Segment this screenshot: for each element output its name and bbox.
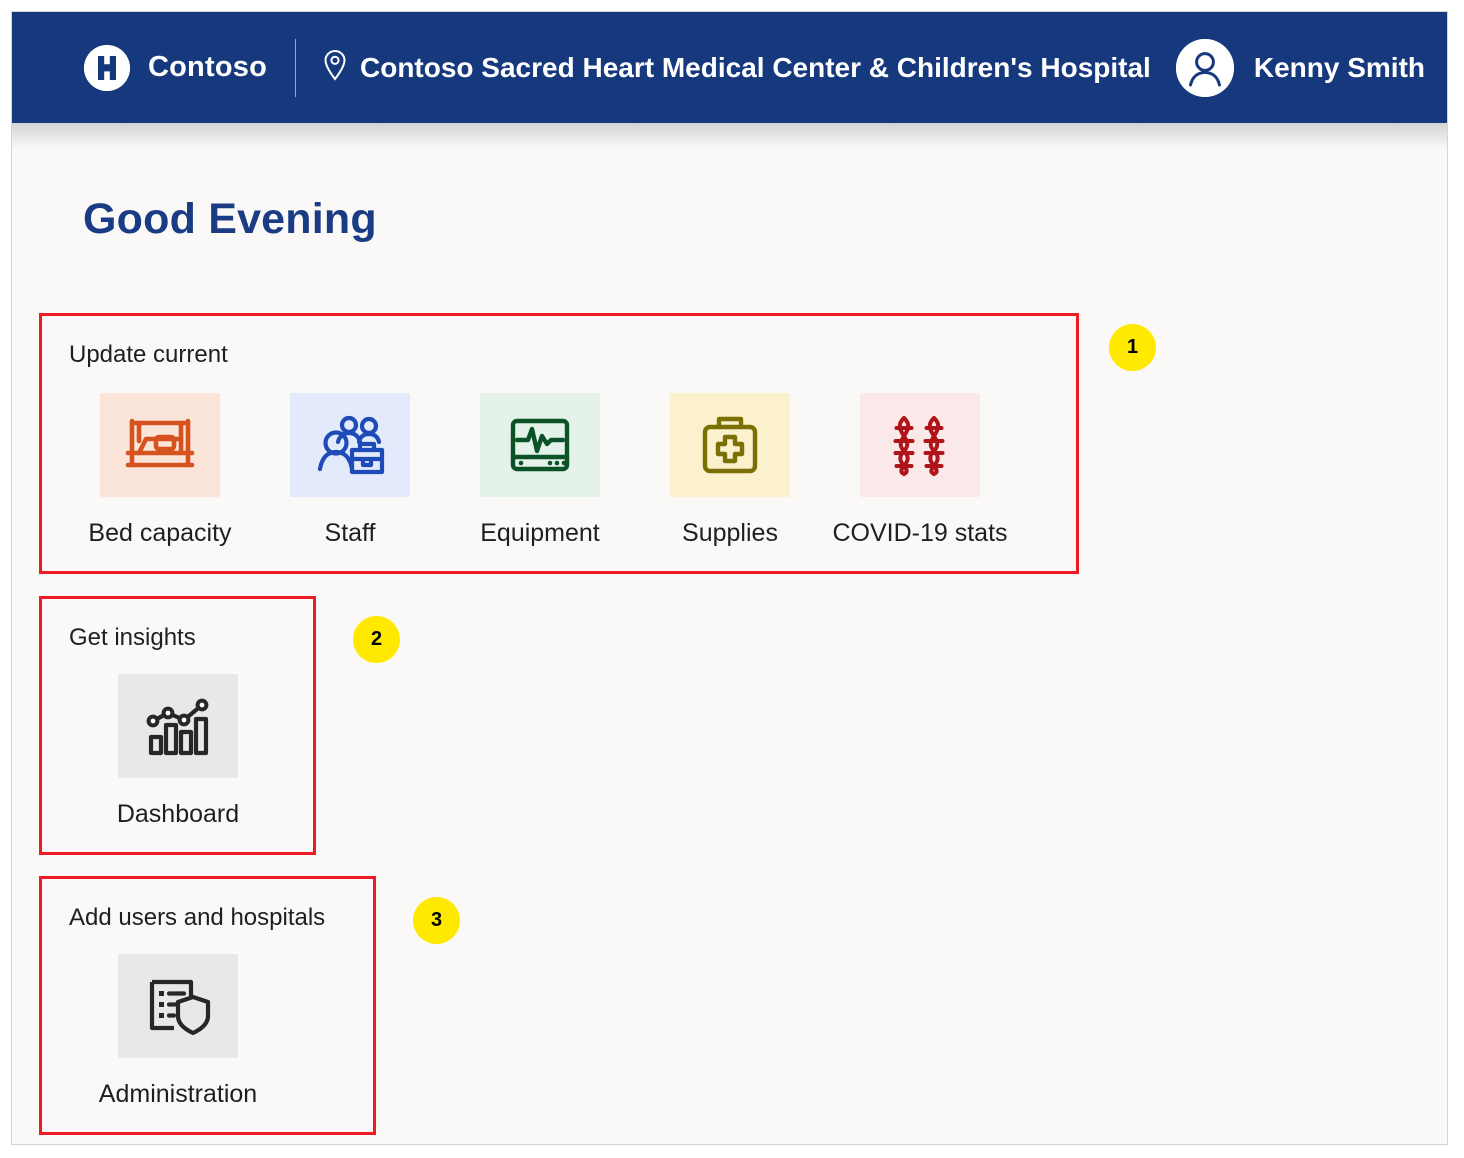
tile-label: COVID-19 stats xyxy=(832,519,1008,547)
callout-badge-1: 1 xyxy=(1109,324,1156,371)
section-title-get-insights: Get insights xyxy=(69,624,196,651)
section-title-add-users-and-hospitals: Add users and hospitals xyxy=(69,904,326,931)
staff-icon xyxy=(290,393,410,497)
app-window: Contoso Contoso Sacred Heart Medical Cen… xyxy=(11,11,1448,1145)
tile-administration[interactable]: Administration xyxy=(83,954,273,1109)
tile-supplies[interactable]: Supplies xyxy=(635,393,825,548)
tile-covid-19-stats[interactable]: COVID-19 stats xyxy=(825,393,1015,548)
tile-staff[interactable]: Staff xyxy=(255,393,445,548)
list-shield-icon xyxy=(118,954,238,1058)
facility-selector[interactable]: Contoso Sacred Heart Medical Center & Ch… xyxy=(322,49,1151,86)
page-title: Good Evening xyxy=(83,195,377,243)
callout-badge-2: 2 xyxy=(353,616,400,663)
section-get-insights: Get insights Dashboard xyxy=(39,596,316,855)
tile-group-administration: Administration xyxy=(83,954,273,1109)
tile-equipment[interactable]: Equipment xyxy=(445,393,635,548)
brand-name: Contoso xyxy=(148,51,267,83)
avatar xyxy=(1175,38,1234,97)
facility-name: Contoso Sacred Heart Medical Center & Ch… xyxy=(360,51,1151,83)
location-pin-icon xyxy=(322,49,348,86)
tile-group-get-insights: Dashboard xyxy=(83,674,273,829)
app-header: Contoso Contoso Sacred Heart Medical Cen… xyxy=(12,12,1447,123)
contoso-hospital-logo-icon xyxy=(84,44,130,91)
bar-chart-icon xyxy=(118,674,238,778)
section-title-update-current: Update current xyxy=(69,341,228,368)
tile-bed-capacity[interactable]: Bed capacity xyxy=(65,393,255,548)
user-menu[interactable]: Kenny Smith xyxy=(1175,38,1425,97)
tile-label: Bed capacity xyxy=(88,519,232,547)
brand[interactable]: Contoso xyxy=(84,44,267,91)
tile-dashboard[interactable]: Dashboard xyxy=(83,674,273,829)
medkit-icon xyxy=(670,393,790,497)
user-name: Kenny Smith xyxy=(1253,51,1425,83)
section-add-users-and-hospitals: Add users and hospitals Administration xyxy=(39,876,376,1135)
tile-label: Supplies xyxy=(682,519,778,547)
main-content: Good Evening Update current Bed capacity… xyxy=(12,123,1447,1144)
callout-badge-3: 3 xyxy=(413,897,460,944)
monitor-icon xyxy=(480,393,600,497)
header-divider xyxy=(295,38,296,97)
tile-label: Equipment xyxy=(480,519,600,547)
bed-icon xyxy=(100,393,220,497)
tile-label: Dashboard xyxy=(116,800,240,828)
dna-icon xyxy=(860,393,980,497)
tile-label: Staff xyxy=(324,519,376,547)
section-update-current: Update current Bed capacity Staff Equipm… xyxy=(39,313,1079,574)
tile-label: Administration xyxy=(98,1080,258,1108)
tile-group-update-current: Bed capacity Staff Equipment Supplies CO… xyxy=(65,393,1015,548)
